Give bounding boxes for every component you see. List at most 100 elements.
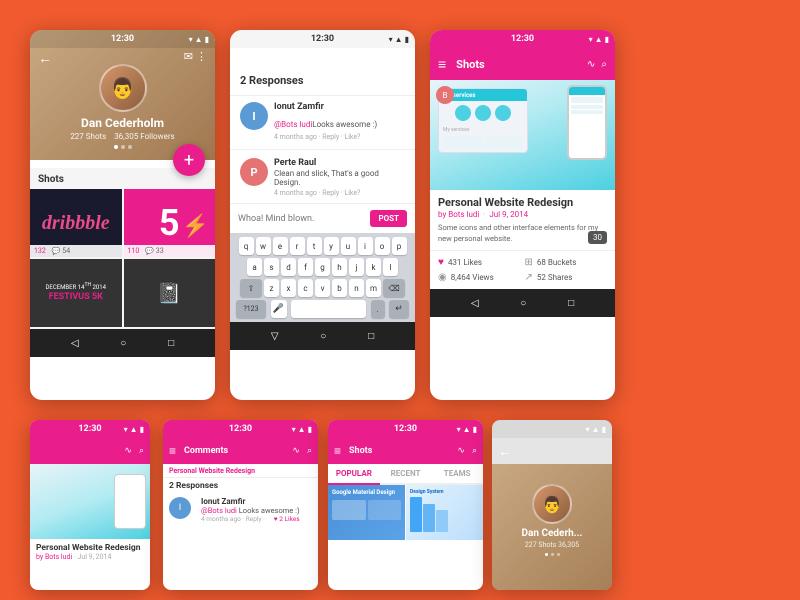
- menu-icon-5[interactable]: ≡: [169, 444, 176, 458]
- key-123[interactable]: ?123: [236, 300, 266, 318]
- search-icon-4[interactable]: ⌕: [139, 446, 144, 456]
- shares-value: 52 Shares: [537, 273, 573, 282]
- status-bar-1: 12:30 ▾ ▲ ▮: [30, 30, 215, 48]
- shot-image-4: [30, 464, 150, 539]
- home-nav-btn[interactable]: ○: [120, 338, 126, 349]
- search-icon-5[interactable]: ⌕: [307, 446, 312, 456]
- key-enter[interactable]: ↵: [389, 300, 409, 318]
- key-period[interactable]: .: [371, 300, 385, 318]
- toolbar-action-icons: ∿ ⌕: [587, 59, 607, 70]
- time-4: 12:30: [78, 424, 101, 434]
- shot-festivus[interactable]: DECEMBER 14TH 2014 FESTIVUS 5K: [30, 259, 122, 327]
- time-1: 12:30: [111, 34, 134, 44]
- key-mic[interactable]: 🎤: [271, 300, 287, 318]
- key-d[interactable]: d: [281, 258, 296, 276]
- notebook-icon: 📓: [157, 281, 182, 305]
- shot-notebook[interactable]: 📓: [124, 259, 216, 327]
- back-button-7[interactable]: ←: [498, 443, 512, 460]
- back-nav-btn-3[interactable]: ◁: [471, 298, 479, 309]
- square-nav-btn[interactable]: □: [168, 338, 174, 349]
- mini-shot-1[interactable]: Google Material Design: [328, 485, 405, 540]
- tab-teams[interactable]: TEAMS: [431, 464, 483, 483]
- more-icon[interactable]: ⋮: [196, 50, 207, 63]
- key-p[interactable]: p: [392, 237, 407, 255]
- post-input[interactable]: Whoa! Mind blown.: [238, 214, 364, 224]
- responses-count-5: 2 Responses: [163, 478, 318, 494]
- comments-count-2: 💬 33: [145, 247, 163, 255]
- status-bar-5: 12:30 ▾ ▲ ▮: [163, 420, 318, 438]
- mini-shot-2[interactable]: Design System: [406, 485, 483, 540]
- shot-dribbble[interactable]: dribbble 132 💬 54: [30, 189, 122, 257]
- status-bar-3: 12:30 ▾ ▲ ▮: [430, 30, 615, 48]
- menu-icon-6[interactable]: ≡: [334, 444, 341, 458]
- key-z[interactable]: z: [264, 279, 279, 297]
- bucket-icon: ⊞: [525, 257, 533, 268]
- time-2: 12:30: [311, 34, 334, 44]
- key-x[interactable]: x: [281, 279, 296, 297]
- menu-icon[interactable]: ≡: [438, 56, 446, 73]
- signal-icon: ▾: [189, 35, 193, 44]
- wifi-icon-4: ▲: [130, 425, 138, 434]
- square-nav-btn-3[interactable]: □: [568, 298, 574, 309]
- tab-popular[interactable]: POPULAR: [328, 464, 380, 485]
- key-y[interactable]: y: [324, 237, 339, 255]
- key-l[interactable]: l: [383, 258, 398, 276]
- search-icon[interactable]: ⌕: [601, 59, 607, 70]
- mini-name-1: Ionut Zamfir: [201, 497, 300, 506]
- key-u[interactable]: u: [341, 237, 356, 255]
- key-space[interactable]: [291, 300, 366, 318]
- shots-tabs: POPULAR RECENT TEAMS: [328, 464, 483, 485]
- key-b[interactable]: b: [332, 279, 347, 297]
- back-nav-btn[interactable]: ◁: [71, 338, 79, 349]
- graph-icon-4[interactable]: ∿: [124, 446, 132, 456]
- battery-icon-4: ▮: [140, 425, 144, 434]
- graph-icon[interactable]: ∿: [587, 59, 595, 70]
- key-e[interactable]: e: [273, 237, 288, 255]
- key-g[interactable]: g: [315, 258, 330, 276]
- heart-icon: ♥: [438, 257, 444, 268]
- key-v[interactable]: v: [315, 279, 330, 297]
- key-n[interactable]: n: [349, 279, 364, 297]
- shot-image: My services My services: [430, 80, 615, 190]
- key-k[interactable]: k: [366, 258, 381, 276]
- key-m[interactable]: m: [366, 279, 381, 297]
- graph-icon-6[interactable]: ∿: [457, 446, 465, 456]
- key-w[interactable]: w: [256, 237, 271, 255]
- sub-shot-link[interactable]: Personal Website Redesign: [163, 464, 318, 478]
- shot-meta-1: 132 💬 54: [30, 245, 122, 257]
- mini-avatar-1: I: [169, 497, 191, 519]
- key-r[interactable]: r: [290, 237, 305, 255]
- profile-stats-7: 227 Shots 36,305: [525, 541, 579, 549]
- post-button[interactable]: POST: [370, 210, 407, 227]
- key-f[interactable]: f: [298, 258, 313, 276]
- key-i[interactable]: i: [358, 237, 373, 255]
- home-nav-btn-2[interactable]: ○: [320, 331, 326, 342]
- email-icon[interactable]: ✉: [184, 50, 193, 63]
- tab-recent[interactable]: RECENT: [380, 464, 432, 483]
- search-icon-6[interactable]: ⌕: [472, 446, 477, 456]
- key-a[interactable]: a: [247, 258, 262, 276]
- home-nav-btn-3[interactable]: ○: [520, 298, 526, 309]
- shot-label-1: Google Material Design: [328, 485, 405, 500]
- shot-stats: ♥ 431 Likes ⊞ 68 Buckets ◉ 8,464 Views ↗…: [430, 251, 615, 289]
- key-t[interactable]: t: [307, 237, 322, 255]
- back-button[interactable]: ←: [38, 50, 52, 67]
- shot-info: Personal Website Redesign by Bots ludi ·…: [430, 190, 615, 251]
- avatar: 👨: [99, 64, 147, 112]
- key-q[interactable]: q: [239, 237, 254, 255]
- fab-add-button[interactable]: +: [173, 144, 205, 176]
- key-j[interactable]: j: [349, 258, 364, 276]
- key-s[interactable]: s: [264, 258, 279, 276]
- avatar-7: 👨: [532, 484, 572, 524]
- status-icons-2: ▾ ▲ ▮: [389, 35, 409, 44]
- key-c[interactable]: c: [298, 279, 313, 297]
- graph-icon-5[interactable]: ∿: [292, 446, 300, 456]
- key-o[interactable]: o: [375, 237, 390, 255]
- square-nav-btn-2[interactable]: □: [368, 331, 374, 342]
- key-backspace[interactable]: ⌫: [383, 279, 405, 297]
- shot-number5[interactable]: 5 ⚡ 110 💬 33: [124, 189, 216, 257]
- back-nav-btn-2[interactable]: ▽: [271, 331, 279, 342]
- key-shift[interactable]: ⇧: [240, 279, 262, 297]
- phone-shot-detail: 12:30 ▾ ▲ ▮ ≡ Shots ∿ ⌕ My services: [430, 30, 615, 400]
- key-h[interactable]: h: [332, 258, 347, 276]
